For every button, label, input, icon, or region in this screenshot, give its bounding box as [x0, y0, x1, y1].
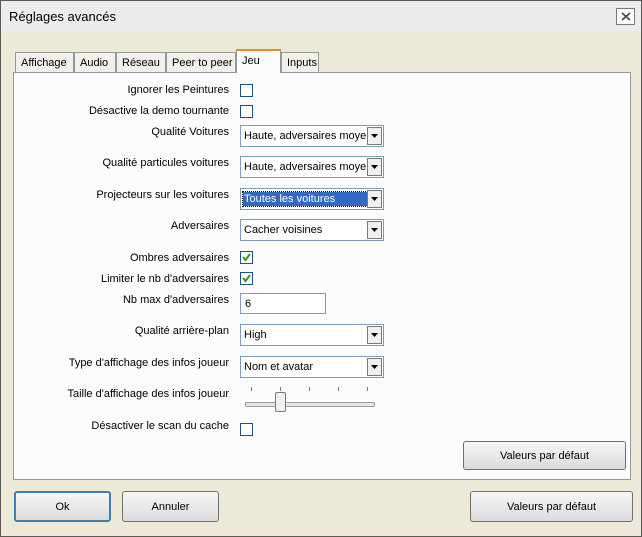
max-opponents-input[interactable]: 6	[240, 293, 326, 314]
tab-peer-to-peer[interactable]: Peer to peer	[166, 52, 236, 72]
dropdown-arrow-button[interactable]	[367, 127, 382, 145]
title-bar: Réglages avancés	[1, 1, 641, 31]
background-quality-label: Qualité arrière-plan	[134, 325, 229, 337]
background-quality-value: High	[244, 329, 267, 341]
tab-label: Peer to peer	[172, 57, 233, 69]
chevron-down-icon	[371, 365, 378, 369]
ignore-paintings-checkbox[interactable]	[240, 84, 253, 97]
car-quality-value: Haute, adversaires moyen	[244, 130, 366, 142]
slider-tick	[338, 387, 339, 391]
chevron-down-icon	[371, 333, 378, 337]
car-projectors-value: Toutes les voitures	[242, 191, 368, 207]
player-info-size-slider[interactable]	[245, 402, 375, 407]
chevron-down-icon	[371, 228, 378, 232]
car-projectors-select[interactable]: Toutes les voitures	[240, 188, 384, 210]
limit-opponents-checkbox[interactable]	[240, 272, 253, 285]
dropdown-arrow-button[interactable]	[367, 326, 382, 344]
car-particles-value: Haute, adversaires moyen	[244, 161, 366, 173]
tab-reseau[interactable]: Réseau	[116, 52, 166, 72]
ok-button[interactable]: Ok	[14, 491, 111, 522]
opponent-shadows-label: Ombres adversaires	[129, 252, 229, 264]
tab-label: Affichage	[21, 57, 67, 69]
opponents-label: Adversaires	[170, 220, 229, 232]
opponent-shadows-checkbox[interactable]	[240, 251, 253, 264]
panel-defaults-button[interactable]: Valeurs par défaut	[463, 441, 626, 470]
chevron-down-icon	[371, 197, 378, 201]
car-particles-select[interactable]: Haute, adversaires moyen	[240, 156, 384, 178]
ignore-paintings-label: Ignorer les Peintures	[127, 84, 230, 96]
slider-thumb[interactable]	[275, 392, 286, 412]
disable-demo-label: Désactive la demo tournante	[88, 105, 229, 117]
tab-label: Inputs	[287, 57, 317, 69]
dropdown-arrow-button[interactable]	[367, 358, 382, 376]
slider-tick	[309, 387, 310, 391]
disable-demo-checkbox[interactable]	[240, 105, 253, 118]
disable-cache-scan-checkbox[interactable]	[240, 423, 253, 436]
window-title: Réglages avancés	[9, 9, 116, 24]
opponents-value: Cacher voisines	[244, 224, 323, 236]
car-projectors-label: Projecteurs sur les voitures	[96, 189, 229, 201]
chevron-down-icon	[371, 134, 378, 138]
chevron-down-icon	[371, 165, 378, 169]
car-quality-label: Qualité Voitures	[151, 126, 229, 138]
limit-opponents-label: Limiter le nb d'adversaires	[100, 273, 229, 285]
check-icon	[242, 274, 251, 283]
tab-label: Réseau	[122, 57, 160, 69]
tab-label: Audio	[80, 57, 109, 69]
close-icon	[621, 12, 631, 21]
check-icon	[242, 253, 251, 262]
slider-tick	[367, 387, 368, 391]
player-info-size-label: Taille d'affichage des infos joueur	[67, 388, 229, 400]
car-quality-select[interactable]: Haute, adversaires moyen	[240, 125, 384, 147]
slider-tick	[280, 387, 281, 391]
close-button[interactable]	[616, 8, 635, 25]
tab-audio[interactable]: Audio	[74, 52, 116, 72]
dropdown-arrow-button[interactable]	[367, 190, 382, 208]
slider-tick	[251, 387, 252, 391]
tab-jeu[interactable]: Jeu	[236, 49, 281, 73]
defaults-button[interactable]: Valeurs par défaut	[470, 491, 633, 522]
player-info-type-value: Nom et avatar	[244, 361, 314, 373]
disable-cache-scan-label: Désactiver le scan du cache	[91, 420, 229, 432]
dropdown-arrow-button[interactable]	[367, 158, 382, 176]
car-particles-label: Qualité particules voitures	[102, 157, 229, 169]
tab-label: Jeu	[242, 55, 260, 67]
tab-affichage[interactable]: Affichage	[15, 52, 74, 72]
tab-inputs[interactable]: Inputs	[281, 52, 319, 72]
max-opponents-label: Nb max d'adversaires	[122, 294, 229, 306]
player-info-type-select[interactable]: Nom et avatar	[240, 356, 384, 378]
opponents-select[interactable]: Cacher voisines	[240, 219, 384, 241]
player-info-type-label: Type d'affichage des infos joueur	[68, 357, 229, 369]
dialog-window: Réglages avancés Affichage Audio Réseau …	[0, 0, 642, 537]
cancel-button[interactable]: Annuler	[122, 491, 219, 522]
background-quality-select[interactable]: High	[240, 324, 384, 346]
dropdown-arrow-button[interactable]	[367, 221, 382, 239]
